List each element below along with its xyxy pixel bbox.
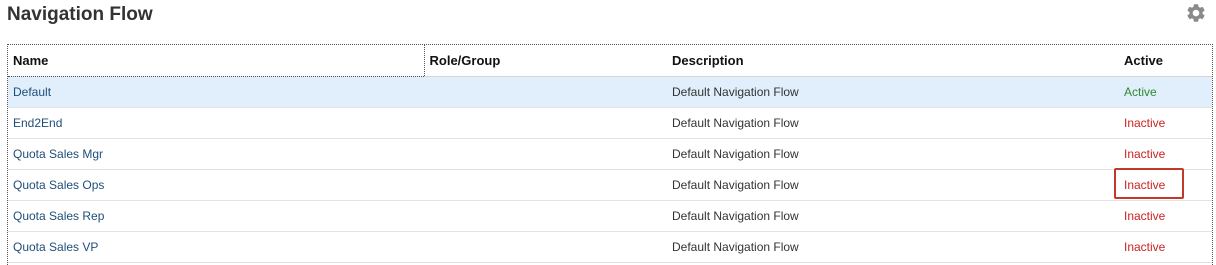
role-group-cell bbox=[424, 76, 667, 108]
flow-name-link[interactable]: Quota Sales VP bbox=[13, 240, 98, 254]
description-cell: Default Navigation Flow bbox=[667, 138, 1119, 170]
description-cell: Default Navigation Flow bbox=[667, 200, 1119, 232]
table-row[interactable]: Quota Sales VP Default Navigation Flow I… bbox=[8, 231, 1212, 263]
flow-name-link[interactable]: Quota Sales Mgr bbox=[13, 147, 103, 161]
page-title: Navigation Flow bbox=[7, 4, 153, 25]
status-toggle[interactable]: Inactive bbox=[1124, 209, 1165, 223]
status-toggle[interactable]: Inactive bbox=[1124, 178, 1165, 192]
flow-name-link[interactable]: Quota Sales Rep bbox=[13, 209, 104, 223]
role-group-cell bbox=[424, 231, 667, 263]
navigation-flow-page: Navigation Flow Name Role/Group Descript… bbox=[0, 0, 1216, 265]
flow-name-link[interactable]: Quota Sales Ops bbox=[13, 178, 104, 192]
table-row[interactable]: Quota Sales Mgr Default Navigation Flow … bbox=[8, 138, 1212, 170]
table-header-row: Name Role/Group Description Active bbox=[8, 45, 1212, 77]
description-cell: Default Navigation Flow bbox=[667, 231, 1119, 263]
status-toggle[interactable]: Active bbox=[1124, 85, 1157, 99]
description-cell: Default Navigation Flow bbox=[667, 107, 1119, 139]
role-group-cell bbox=[424, 107, 667, 139]
table-row[interactable]: Default Default Navigation Flow Active bbox=[8, 76, 1212, 108]
column-header-active[interactable]: Active bbox=[1119, 45, 1212, 77]
role-group-cell bbox=[424, 200, 667, 232]
table-row[interactable]: End2End Default Navigation Flow Inactive bbox=[8, 107, 1212, 139]
navigation-flow-table: Name Role/Group Description Active Defau… bbox=[7, 44, 1213, 265]
flow-name-link[interactable]: Default bbox=[13, 85, 51, 99]
table-row[interactable]: Quota Sales Ops Default Navigation Flow … bbox=[8, 167, 1212, 201]
description-cell: Default Navigation Flow bbox=[667, 169, 1119, 201]
role-group-cell bbox=[424, 169, 667, 201]
column-header-name[interactable]: Name bbox=[8, 45, 425, 77]
description-cell: Default Navigation Flow bbox=[667, 76, 1119, 108]
flow-name-link[interactable]: End2End bbox=[13, 116, 62, 130]
status-toggle[interactable]: Inactive bbox=[1124, 116, 1165, 130]
table-row[interactable]: Quota Sales Rep Default Navigation Flow … bbox=[8, 200, 1212, 232]
column-header-role-group[interactable]: Role/Group bbox=[424, 45, 667, 77]
gear-icon[interactable] bbox=[1185, 2, 1207, 24]
role-group-cell bbox=[424, 138, 667, 170]
column-header-description[interactable]: Description bbox=[667, 45, 1119, 77]
status-toggle[interactable]: Inactive bbox=[1124, 147, 1165, 161]
status-toggle[interactable]: Inactive bbox=[1124, 240, 1165, 254]
